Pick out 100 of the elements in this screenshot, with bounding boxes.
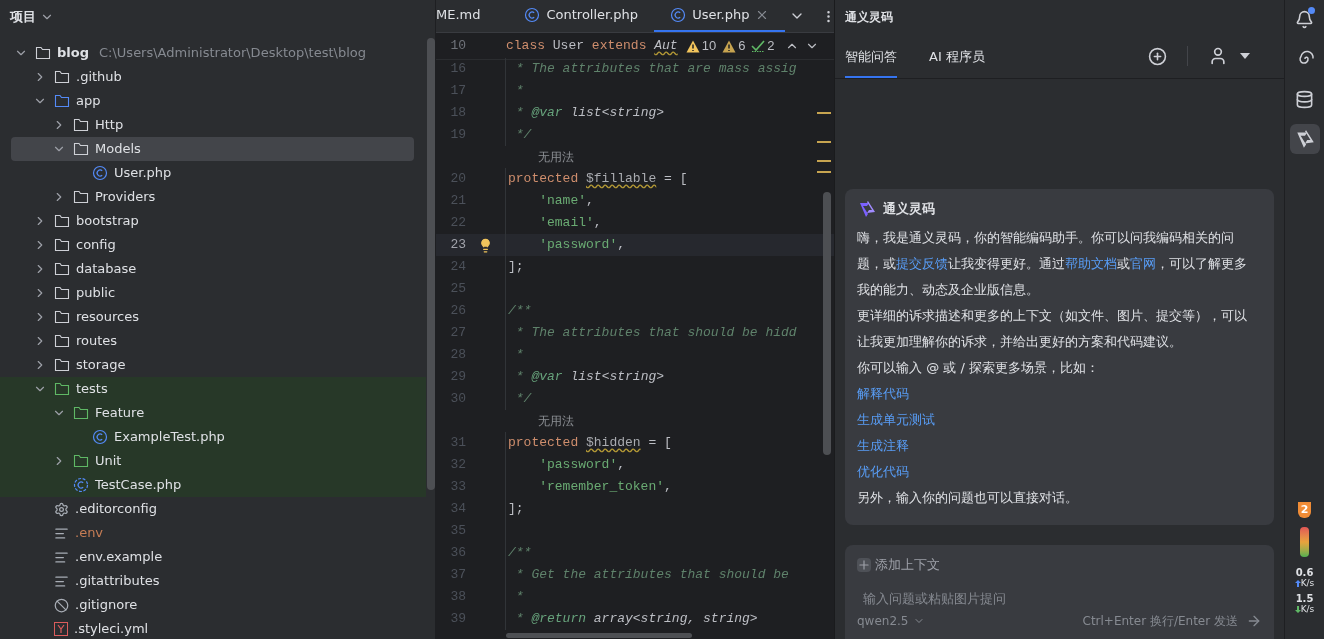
code-line: * @var list<string> xyxy=(514,368,665,387)
rate-unit: K/s xyxy=(1300,578,1315,589)
tree-item[interactable]: blog C:\Users\Administrator\Desktop\test\blog xyxy=(11,41,414,65)
item-label: database xyxy=(76,260,137,279)
tree-item[interactable]: .github xyxy=(11,65,414,89)
item-label: Http xyxy=(95,116,124,135)
tree-item[interactable]: .editorconfig xyxy=(11,497,414,521)
inline-link[interactable]: 提交反馈 xyxy=(896,256,948,271)
class-icon xyxy=(92,165,108,181)
suggestion-link[interactable]: 优化代码 xyxy=(857,464,909,479)
assistant-logo-icon xyxy=(857,199,877,219)
question-field[interactable]: 输入问题或粘贴图片提问 xyxy=(863,588,1262,608)
tree-item[interactable]: config xyxy=(11,233,414,257)
suggestion-link[interactable]: 生成注释 xyxy=(857,438,909,453)
upload-rate: 0.6 xyxy=(1295,567,1314,578)
folder-icon xyxy=(54,358,70,372)
item-label: .styleci.yml xyxy=(74,620,149,639)
warning-icon[interactable] xyxy=(722,39,737,53)
user-icon[interactable] xyxy=(1208,46,1228,66)
download-rate: 1.5 xyxy=(1295,593,1314,604)
suggestion-link[interactable]: 解释代码 xyxy=(857,386,909,401)
project-path: C:\Users\Administrator\Desktop\test\blog xyxy=(99,44,367,63)
tree-item[interactable]: app xyxy=(11,89,414,113)
tree-item[interactable]: database xyxy=(11,257,414,281)
text-file-icon xyxy=(54,573,69,589)
folder-icon xyxy=(73,118,89,132)
class-icon xyxy=(92,429,108,445)
down-arrow-icon xyxy=(1294,606,1301,613)
up-arrow-icon xyxy=(1294,580,1301,587)
item-label: .gitattributes xyxy=(75,572,160,591)
warning-icon[interactable] xyxy=(685,39,700,53)
tree-item[interactable]: routes xyxy=(11,329,414,353)
gear-icon xyxy=(54,501,69,517)
folder-icon xyxy=(54,70,70,84)
folder-icon xyxy=(73,190,89,204)
class-icon xyxy=(73,477,89,493)
suggestion-link[interactable]: 生成单元测试 xyxy=(857,412,935,427)
bell-icon[interactable] xyxy=(1295,9,1314,29)
scrollbar-thumb[interactable] xyxy=(506,633,692,638)
tree-item[interactable]: .gitattributes xyxy=(11,569,414,593)
code-line: ]; xyxy=(508,258,524,277)
lightbulb-icon[interactable] xyxy=(478,237,493,253)
chat-tab[interactable]: 智能问答 xyxy=(845,34,897,78)
inline-link[interactable]: 帮助文档 xyxy=(1065,256,1117,271)
tree-item[interactable]: .env.example xyxy=(11,545,414,569)
code-line: 'password', xyxy=(538,456,626,475)
folder-icon xyxy=(54,262,70,276)
tree-item[interactable]: .env xyxy=(11,521,414,545)
panel-title[interactable]: 项目 xyxy=(10,6,36,27)
tree-item[interactable]: .styleci.yml xyxy=(11,617,414,639)
item-label: .gitignore xyxy=(75,596,138,615)
tree-item[interactable]: Providers xyxy=(11,185,414,209)
tree-item[interactable]: Http xyxy=(11,113,414,137)
tree-item[interactable]: public xyxy=(11,281,414,305)
item-label: ExampleTest.php xyxy=(114,428,225,447)
tree-item[interactable]: Models xyxy=(11,137,414,161)
class-icon xyxy=(670,7,687,23)
scrollbar-thumb[interactable] xyxy=(427,38,435,490)
item-label: Providers xyxy=(95,188,156,207)
code-line: ]; xyxy=(508,500,524,519)
editor-tab[interactable]: Controller.php xyxy=(508,0,655,32)
item-label: resources xyxy=(76,308,139,327)
item-label: bootstrap xyxy=(76,212,139,231)
code-line: /** xyxy=(508,544,532,563)
tree-item[interactable]: storage xyxy=(11,353,414,377)
tree-item[interactable]: bootstrap xyxy=(11,209,414,233)
check-icon[interactable] xyxy=(751,40,766,52)
folder-icon xyxy=(54,310,70,324)
code-line: * Get the attributes that should be xyxy=(514,566,789,585)
tree-item[interactable]: .gitignore xyxy=(11,593,414,617)
caret-icon[interactable] xyxy=(1240,53,1250,59)
inline-link[interactable]: 官网 xyxy=(1130,256,1156,271)
code-line: /** xyxy=(508,302,532,321)
code-line: 'name', xyxy=(538,192,594,211)
add-icon[interactable] xyxy=(1148,46,1167,66)
tree-item[interactable]: resources xyxy=(11,305,414,329)
code-line: */ xyxy=(514,390,532,409)
item-label: .editorconfig xyxy=(75,500,157,519)
usage-hint[interactable]: 无用法 xyxy=(538,412,574,430)
code-line: 'email', xyxy=(538,214,602,233)
item-label: Models xyxy=(95,140,141,159)
code-line: protected $fillable = [ xyxy=(508,170,688,189)
editor-tab[interactable]: User.php xyxy=(654,0,786,32)
plus-icon xyxy=(857,557,871,572)
card-title: 通义灵码 xyxy=(883,200,935,219)
inspection-count: 6 xyxy=(738,37,746,56)
chat-input-box[interactable]: 添加上下文 输入问题或粘贴图片提问 qwen2.5 Ctrl+Enter 换行/Enter 发送 xyxy=(845,545,1274,639)
code-line: */ xyxy=(514,126,532,145)
code-line: * The attributes that are mass assig xyxy=(514,60,797,79)
usage-hint[interactable]: 无用法 xyxy=(538,148,574,166)
folder-icon xyxy=(73,406,89,420)
chat-tab[interactable]: AI 程序员 xyxy=(929,34,985,78)
editor-tab[interactable]: ME.md xyxy=(436,0,509,32)
send-icon[interactable] xyxy=(1246,613,1262,629)
code-line: * xyxy=(514,346,524,365)
scrollbar-thumb[interactable] xyxy=(823,192,831,455)
message-paragraph: 你可以输入 @ 或 / 探索更多场景，比如： xyxy=(857,359,1100,377)
database-icon[interactable] xyxy=(1295,89,1314,109)
tree-item[interactable]: User.php xyxy=(11,161,414,185)
add-context-button[interactable]: 添加上下文 xyxy=(857,555,940,575)
